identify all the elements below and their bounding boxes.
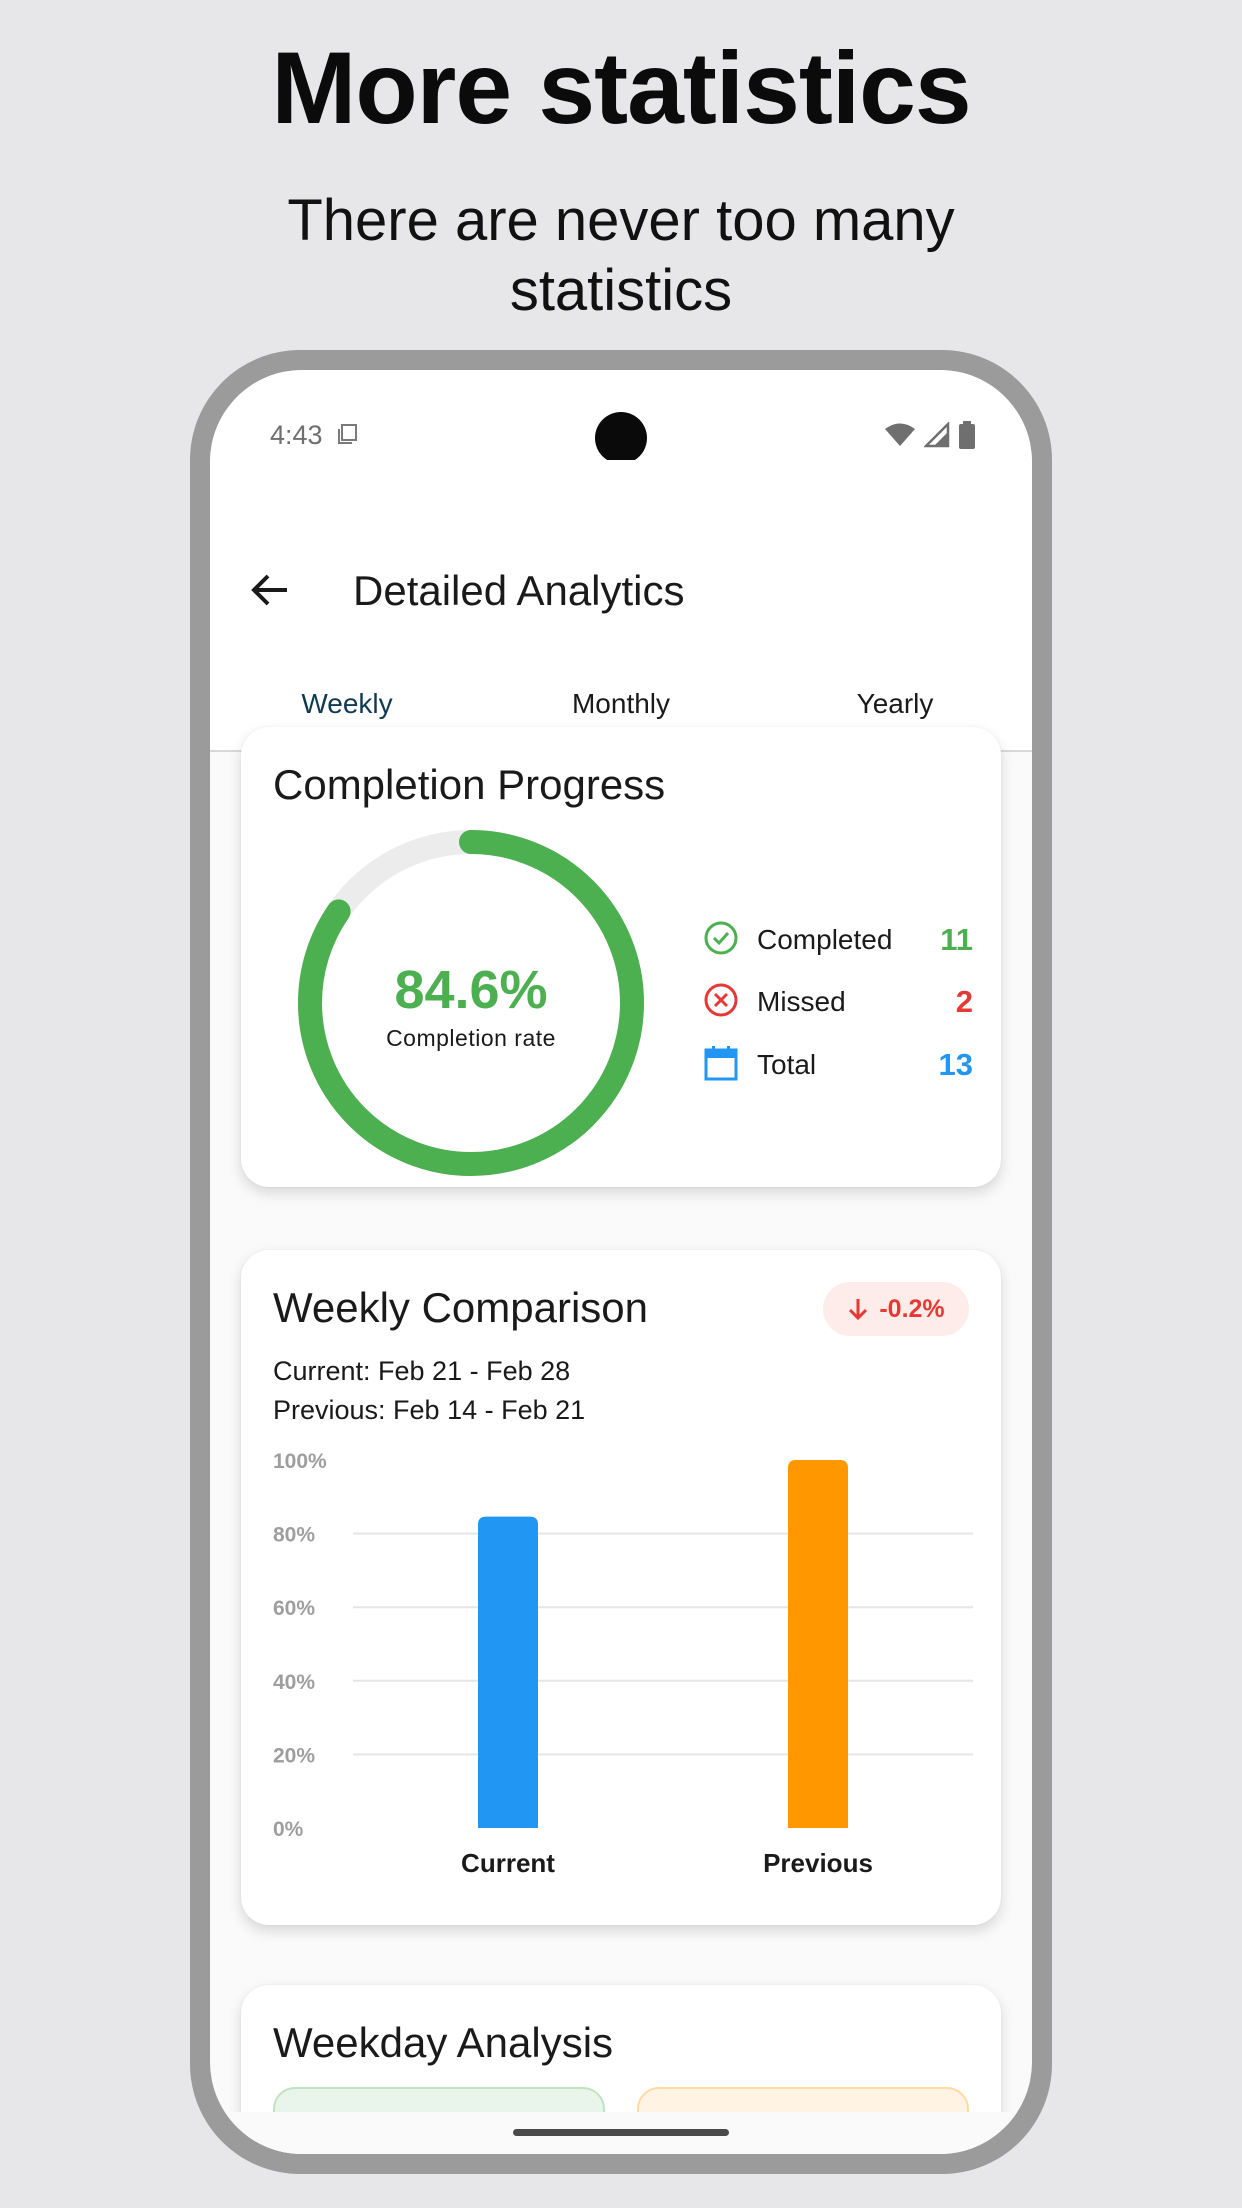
back-button[interactable]	[240, 560, 300, 620]
y-tick-label: 0%	[273, 1818, 304, 1841]
completion-rate-label: Completion rate	[386, 1025, 556, 1051]
bar-current[interactable]	[478, 1516, 538, 1828]
phone-screen: 4:43 Detailed Analytics Weekly Monthly Y…	[210, 370, 1032, 2154]
legend-completed: Completed 11	[703, 918, 973, 958]
current-range: Current: Feb 21 - Feb 28	[273, 1356, 571, 1386]
legend-label: Missed	[757, 986, 846, 1017]
legend-value: 2	[955, 984, 973, 1019]
promo-title: More statistics	[271, 31, 971, 145]
battery-icon	[959, 421, 975, 449]
check-circle-icon	[704, 921, 738, 955]
calendar-icon	[704, 1046, 738, 1081]
status-icons	[884, 421, 976, 449]
card-title: Weekly Comparison	[273, 1284, 649, 1331]
x-circle-icon	[704, 983, 738, 1017]
legend-total: Total 13	[703, 1043, 973, 1083]
delta-badge: -0.2%	[823, 1282, 969, 1336]
phone-frame: 4:43 Detailed Analytics Weekly Monthly Y…	[190, 350, 1052, 2174]
x-category-label: Previous	[763, 1848, 873, 1878]
weekly-comparison-card: Weekly Comparison -0.2% Current: Feb 21 …	[241, 1250, 1001, 1925]
promo-subtitle: There are never too many statistics	[287, 188, 955, 323]
previous-range: Previous: Feb 14 - Feb 21	[273, 1395, 586, 1425]
home-indicator[interactable]	[513, 2129, 729, 2136]
completion-rate-value: 84.6%	[394, 960, 548, 1020]
page-title: Detailed Analytics	[353, 567, 685, 614]
arrow-down-icon	[849, 1299, 868, 1321]
legend-missed: Missed 2	[703, 980, 973, 1020]
legend-label: Completed	[757, 924, 893, 955]
legend-value: 13	[938, 1047, 973, 1082]
wifi-icon	[885, 423, 915, 446]
home-indicator-area	[210, 2112, 1032, 2154]
camera-cutout	[595, 412, 647, 464]
notification-doc-icon	[338, 424, 357, 444]
status-time: 4:43	[270, 420, 323, 450]
legend-value: 11	[940, 922, 973, 957]
card-title: Completion Progress	[273, 761, 666, 808]
status-bar: 4:43	[210, 370, 1032, 464]
y-tick-label: 60%	[273, 1597, 315, 1620]
y-tick-label: 80%	[273, 1524, 315, 1547]
delta-value: -0.2%	[879, 1294, 945, 1323]
x-category-label: Current	[461, 1848, 555, 1878]
y-tick-label: 20%	[273, 1744, 315, 1767]
signal-icon	[924, 422, 950, 448]
completion-progress-card: Completion Progress 84.6% Completion rat…	[241, 727, 1001, 1187]
comparison-bar-chart: 0% 20% 40% 60% 80% 100% Current Previous	[273, 1450, 973, 1878]
card-title: Weekday Analysis	[273, 2019, 614, 2066]
bar-previous[interactable]	[788, 1460, 848, 1828]
y-tick-label: 100%	[273, 1450, 327, 1473]
y-tick-label: 40%	[273, 1671, 315, 1694]
legend-label: Total	[757, 1049, 817, 1080]
app-header: Detailed Analytics Weekly Monthly Yearly	[210, 460, 1032, 754]
arrow-left-icon	[251, 574, 287, 606]
